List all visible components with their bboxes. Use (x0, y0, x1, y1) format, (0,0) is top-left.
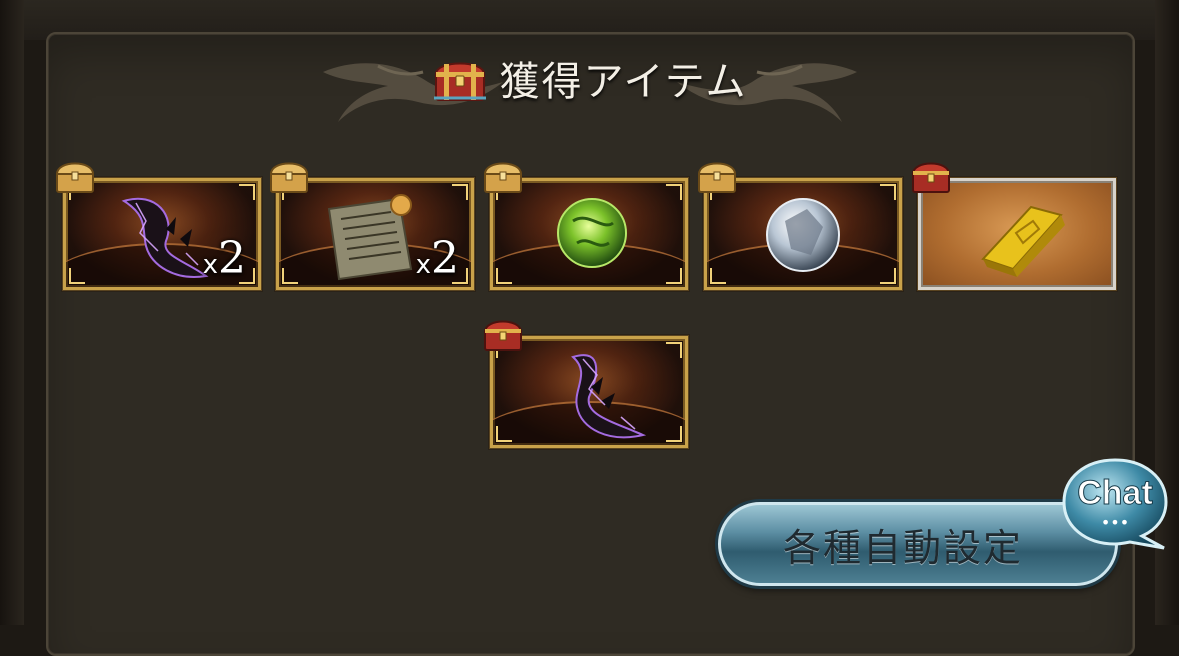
red-chest-icon (911, 162, 951, 193)
qty-prefix: x (202, 250, 218, 280)
gold-bar-icon (981, 205, 1065, 277)
chat-label: Chat (1077, 474, 1153, 512)
qty-value: 2 (218, 233, 246, 284)
gold-chest-icon (697, 162, 737, 193)
reward-item-6[interactable] (489, 335, 689, 449)
gold-chest-icon (55, 162, 95, 193)
frame-corner (496, 426, 512, 442)
frame-corner (496, 268, 512, 284)
auto-settings-label: 各種自動設定 (782, 525, 1023, 570)
frame-corner (239, 184, 255, 200)
red-chest-icon (483, 320, 523, 351)
gold-chest-icon (269, 162, 309, 193)
reward-item-5[interactable] (917, 177, 1117, 291)
qty-prefix: x (415, 250, 431, 280)
frame-corner (666, 426, 682, 442)
reward-title: 獲得アイテム (0, 48, 1179, 108)
chat-dots: ••• (1101, 513, 1129, 532)
title-text: 獲得アイテム (499, 59, 748, 105)
silver-orb-icon (766, 198, 840, 272)
qty-value: 2 (431, 233, 459, 284)
quantity-label: x2 (416, 237, 459, 281)
frame-corner (452, 184, 468, 200)
reward-item-2[interactable]: x2 (275, 177, 475, 291)
auto-settings-button[interactable]: 各種自動設定 (718, 502, 1118, 586)
reward-item-4[interactable] (703, 177, 903, 291)
frame-corner (880, 268, 896, 284)
treasure-chest-icon (433, 62, 486, 101)
frame-corner (666, 268, 682, 284)
frame-corner (710, 268, 726, 284)
quantity-label: x2 (203, 237, 246, 281)
reward-item-1[interactable]: x2 (62, 177, 262, 291)
gold-chest-icon (483, 162, 523, 193)
frame-corner (880, 184, 896, 200)
dark-horn-icon (571, 354, 647, 439)
frame-corner (666, 184, 682, 200)
frame-corner (666, 342, 682, 358)
frame-corner (69, 268, 85, 284)
green-orb-icon (557, 198, 627, 268)
chat-button[interactable]: Chat ••• (1060, 456, 1170, 556)
reward-item-3[interactable] (489, 177, 689, 291)
frame-corner (282, 268, 298, 284)
